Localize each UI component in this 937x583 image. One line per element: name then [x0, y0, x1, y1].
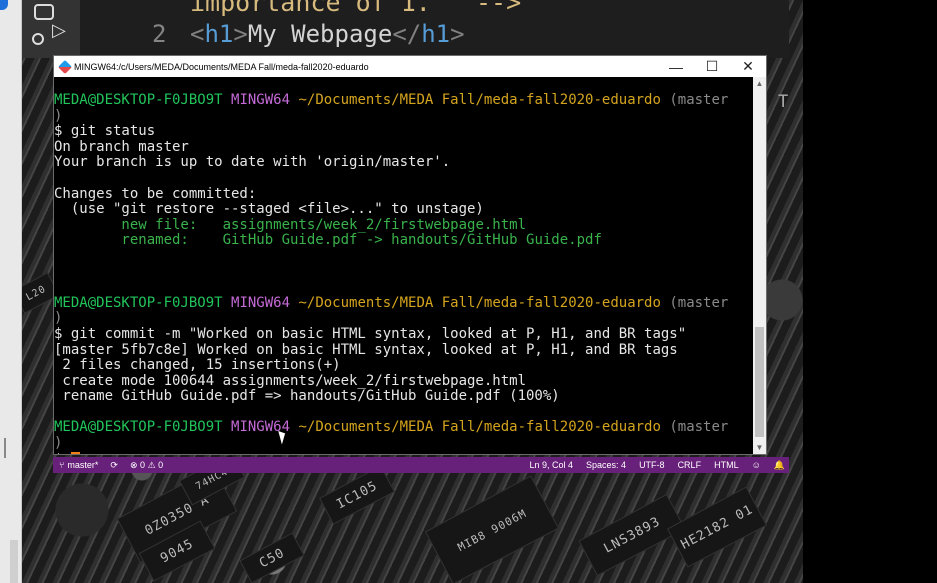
prompt-path: ~/Documents/MEDA Fall/meda-fall2020-edua… — [298, 92, 661, 108]
warning-icon: ⚠ — [147, 459, 156, 470]
run-debug-icon[interactable]: ▷ — [52, 20, 66, 41]
notifications-bell-icon[interactable]: 🔔 — [774, 460, 785, 471]
language-mode[interactable]: HTML — [714, 460, 739, 470]
prompt-branch-wrap: ) — [54, 435, 63, 452]
activity-bar: ▷ — [22, 0, 80, 58]
board-chip: C50 — [239, 532, 305, 583]
panel-marker — [0, 438, 6, 458]
prompt-user: MEDA@DESKTOP-F0JBO9T — [54, 92, 223, 108]
mingw-icon — [57, 59, 73, 74]
output-line: create mode 100644 assignments/week_2/fi… — [54, 372, 527, 389]
status-bar: ⑂ master* ⟳ ⊗ 0 ⚠ 0 Ln 9, Col 4 Spaces: 4… — [53, 457, 789, 473]
prompt-branch: (master — [669, 419, 729, 436]
output-line: 2 files changed, 15 insertions(+) — [54, 357, 341, 374]
scroll-up-icon[interactable]: ▲ — [753, 79, 766, 88]
board-chip: IC105 — [319, 465, 395, 525]
input-prompt[interactable]: $ — [54, 452, 71, 454]
line-number: 2 — [152, 20, 167, 48]
prompt-path: ~/Documents/MEDA Fall/meda-fall2020-edua… — [298, 419, 661, 436]
command-line: $ git status — [54, 123, 156, 140]
line-ending[interactable]: CRLF — [678, 460, 702, 470]
code-line[interactable]: <h1>My Webpage</h1> — [190, 20, 465, 48]
terminal-scrollbar[interactable]: ▲ ▼ — [753, 77, 766, 454]
code-token: </ — [392, 20, 422, 48]
output-line: [master 5fb7c8e] Worked on basic HTML sy… — [54, 341, 678, 358]
output-line: Your branch is up to date with 'origin/m… — [54, 154, 451, 171]
account-icon[interactable] — [32, 33, 44, 45]
terminal-window[interactable]: MINGW64:/c/Users/MEDA/Documents/MEDA Fal… — [53, 55, 767, 455]
board-chip: MIB8 9006M — [424, 475, 560, 583]
error-count: 0 — [140, 460, 146, 470]
prompt-branch-wrap: ) — [54, 107, 63, 124]
prompt-path: ~/Documents/MEDA Fall/meda-fall2020-edua… — [298, 294, 661, 311]
terminal-titlebar[interactable]: MINGW64:/c/Users/MEDA/Documents/MEDA Fal… — [54, 56, 766, 77]
left-panel-strip — [0, 0, 22, 583]
close-button[interactable]: ✕ — [730, 56, 766, 77]
output-line: Changes to be committed: — [54, 185, 257, 202]
board-chip: HE2182 01 — [666, 486, 768, 568]
output-line: rename GitHub Guide.pdf => handouts/GitH… — [54, 388, 560, 405]
app-badge-icon — [0, 0, 8, 10]
feedback-icon[interactable]: ☺ — [752, 460, 761, 470]
code-token: > — [450, 20, 465, 48]
sync-icon[interactable]: ⟳ — [110, 460, 118, 471]
prompt-line: MEDA@DESKTOP-F0JBO9T MINGW64 ~/Documents… — [54, 419, 729, 436]
code-token: h1 — [204, 20, 234, 48]
side-letter: T — [778, 92, 789, 112]
extensions-icon[interactable] — [34, 4, 54, 20]
prompt-user: MEDA@DESKTOP-F0JBO9T — [54, 419, 223, 436]
branch-icon: ⑂ — [59, 460, 65, 470]
code-editor: ▷ importance of 1. --> 2 <h1>My Webpage<… — [22, 0, 789, 58]
error-icon: ⊗ — [129, 459, 138, 470]
text-cursor — [70, 451, 80, 454]
warning-count: 0 — [158, 460, 164, 470]
code-token: h1 — [421, 20, 451, 48]
indentation[interactable]: Spaces: 4 — [586, 460, 626, 470]
scroll-down-icon[interactable]: ▼ — [753, 443, 766, 452]
black-margin — [803, 0, 937, 583]
output-line: On branch master — [54, 138, 189, 155]
code-token: > — [233, 20, 248, 48]
terminal-output[interactable]: MEDA@DESKTOP-F0JBO9T MINGW64 ~/Documents… — [54, 77, 752, 454]
prompt-line: MEDA@DESKTOP-F0JBO9T MINGW64 ~/Documents… — [54, 92, 728, 108]
cursor-position[interactable]: Ln 9, Col 4 — [530, 460, 574, 470]
command-line: $ git commit -m "Worked on basic HTML sy… — [54, 325, 687, 342]
prompt-user: MEDA@DESKTOP-F0JBO9T — [54, 294, 223, 311]
terminal-title: MINGW64:/c/Users/MEDA/Documents/MEDA Fal… — [74, 61, 369, 72]
staged-label: new file: — [54, 216, 223, 233]
prompt-branch: (master — [669, 294, 729, 311]
scrollbar-thumb[interactable] — [755, 327, 764, 437]
prompt-env: MINGW64 — [231, 294, 291, 311]
code-token: < — [190, 20, 205, 48]
minimize-button[interactable]: — — [658, 56, 694, 77]
staged-file: GitHub Guide.pdf -> handouts/GitHub Guid… — [222, 232, 602, 249]
encoding[interactable]: UTF-8 — [639, 460, 665, 470]
staged-label: renamed: — [54, 232, 223, 249]
prompt-line: MEDA@DESKTOP-F0JBO9T MINGW64 ~/Documents… — [54, 295, 728, 311]
prompt-env: MINGW64 — [231, 92, 291, 108]
problems-indicator[interactable]: ⊗ 0 ⚠ 0 — [130, 460, 163, 471]
branch-indicator[interactable]: ⑂ master* — [59, 460, 98, 470]
staged-file: assignments/week_2/firstwebpage.html — [222, 216, 527, 233]
maximize-button[interactable]: ☐ — [694, 56, 730, 77]
scroll-handle[interactable] — [10, 540, 18, 583]
prompt-branch-wrap: ) — [54, 310, 63, 327]
branch-name: master* — [67, 460, 99, 470]
code-line-previous: importance of 1. --> — [190, 0, 522, 17]
prompt-branch: (master — [669, 92, 729, 108]
code-token: My Webpage — [247, 20, 393, 48]
output-line: (use "git restore --staged <file>..." to… — [54, 201, 484, 218]
